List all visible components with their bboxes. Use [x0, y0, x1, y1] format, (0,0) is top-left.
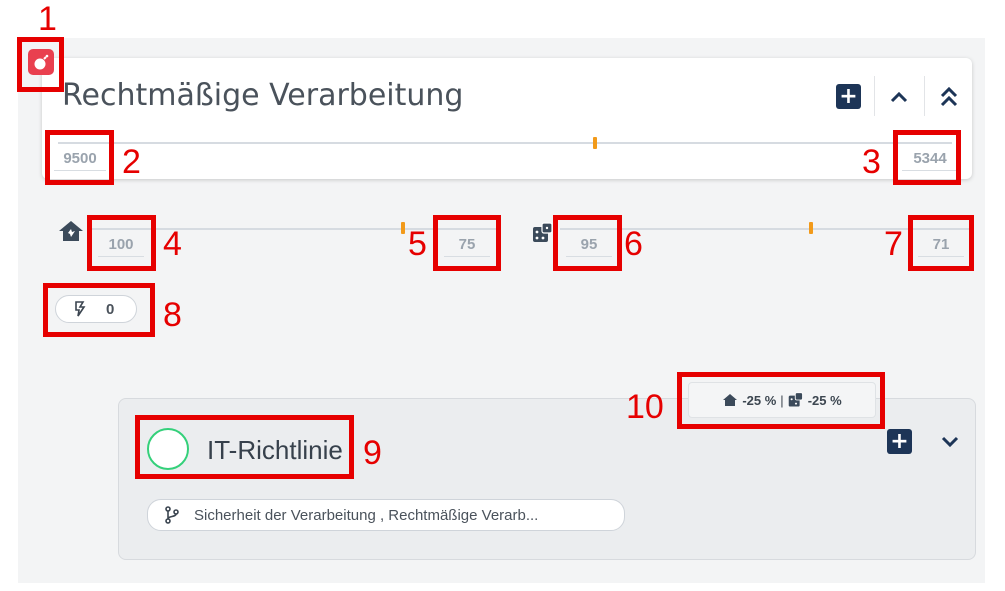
chevron-down-icon [941, 436, 959, 448]
house-icon [58, 220, 84, 247]
annotation-box-3 [893, 130, 961, 185]
objective-title: Rechtmäßige Verarbeitung [62, 78, 464, 113]
annotation-label-2: 2 [122, 143, 141, 181]
risk-slider-marker [593, 137, 597, 149]
divider [874, 76, 875, 116]
annotation-box-7 [908, 215, 974, 271]
annotation-label-4: 4 [163, 225, 182, 263]
plus-icon: + [836, 84, 861, 109]
chevron-up-icon [890, 91, 908, 103]
annotation-label-6: 6 [624, 225, 643, 263]
annotation-box-1 [17, 37, 64, 92]
annotation-box-2 [45, 130, 114, 185]
collapse-button[interactable] [886, 84, 912, 110]
annotation-label-5: 5 [408, 225, 427, 263]
annotation-box-6 [553, 215, 622, 271]
linked-objectives-pill[interactable]: Sicherheit der Verarbeitung , Rechtmäßig… [147, 499, 625, 531]
objective-card: Rechtmäßige Verarbeitung + 9500 5344 [42, 58, 972, 179]
annotation-box-5 [433, 215, 501, 271]
annotation-box-8 [43, 283, 155, 337]
dice-icon [532, 222, 554, 249]
expand-button[interactable] [937, 429, 963, 455]
plus-icon: + [887, 429, 912, 454]
linked-objectives-text: Sicherheit der Verarbeitung , Rechtmäßig… [194, 506, 539, 524]
annotation-label-3: 3 [862, 143, 881, 181]
annotation-box-10 [677, 372, 885, 429]
likelihood-slider-marker [809, 222, 813, 234]
double-chevron-up-icon [940, 86, 958, 107]
annotation-label-7: 7 [884, 225, 903, 263]
annotation-label-10: 10 [626, 388, 664, 426]
annotation-label-9: 9 [363, 434, 382, 472]
impact-slider-marker [401, 222, 405, 234]
divider [924, 76, 925, 116]
branch-icon [165, 506, 179, 524]
add-measure-button[interactable]: + [887, 429, 912, 454]
annotation-box-4 [87, 215, 156, 271]
annotation-box-9 [135, 415, 354, 479]
annotation-label-8: 8 [163, 296, 182, 334]
collapse-all-button[interactable] [936, 84, 962, 110]
risk-slider-track [58, 142, 952, 144]
add-button[interactable]: + [836, 84, 861, 109]
annotation-label-1: 1 [38, 0, 57, 38]
